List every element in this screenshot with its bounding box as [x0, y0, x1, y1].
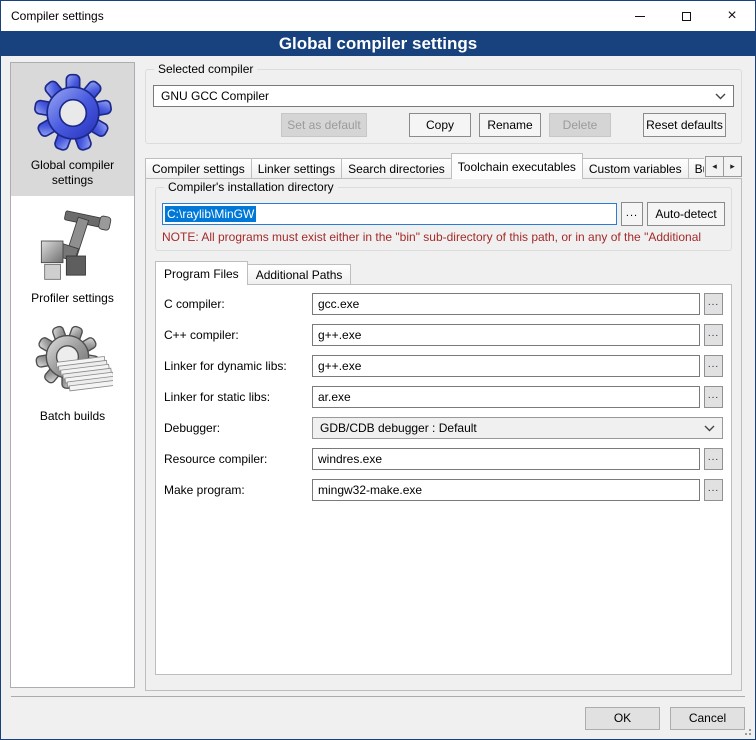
- selected-compiler-group: Selected compiler GNU GCC Compiler Set a…: [145, 69, 742, 144]
- sidebar-item-label: Profiler settings: [11, 291, 134, 306]
- debugger-row: Debugger: GDB/CDB debugger : Default: [164, 417, 723, 439]
- rename-button[interactable]: Rename: [479, 113, 541, 137]
- selected-compiler-legend: Selected compiler: [154, 62, 257, 77]
- reset-defaults-button[interactable]: Reset defaults: [643, 113, 726, 137]
- minimize-button[interactable]: [617, 1, 663, 31]
- tabs-scroller: Compiler settings Linker settings Search…: [145, 153, 704, 179]
- installation-directory-browse-button[interactable]: ...: [621, 202, 643, 226]
- page-title: Global compiler settings: [1, 31, 755, 56]
- resource-compiler-input[interactable]: [312, 448, 700, 470]
- tab-scroll-left-button[interactable]: ◂: [705, 156, 724, 177]
- make-program-browse-button[interactable]: ...: [704, 479, 723, 501]
- make-program-input[interactable]: [312, 479, 700, 501]
- tab-search-directories[interactable]: Search directories: [341, 158, 452, 179]
- toolchain-executables-panel: Compiler's installation directory C:\ray…: [145, 178, 742, 691]
- c-compiler-browse-button[interactable]: ...: [704, 293, 723, 315]
- field-label: C compiler:: [164, 297, 312, 311]
- installation-directory-row: C:\raylib\MinGW ... Auto-detect: [162, 202, 725, 226]
- compiler-select-value: GNU GCC Compiler: [161, 89, 715, 103]
- field-label: Linker for static libs:: [164, 390, 312, 404]
- compiler-buttons-row: Set as default Copy Rename Delete Reset …: [153, 113, 734, 137]
- close-button[interactable]: ×: [709, 1, 755, 31]
- cpp-compiler-browse-button[interactable]: ...: [704, 324, 723, 346]
- cpp-compiler-input[interactable]: [312, 324, 700, 346]
- sidebar-item-global-compiler-settings[interactable]: Global compiler settings: [11, 63, 134, 196]
- delete-button[interactable]: Delete: [549, 113, 611, 137]
- sidebar-item-batch-builds[interactable]: Batch builds: [11, 314, 134, 432]
- sidebar-item-label: Batch builds: [11, 409, 134, 424]
- blue-gear-icon: [33, 73, 113, 153]
- tab-additional-paths[interactable]: Additional Paths: [247, 264, 352, 285]
- tab-custom-variables[interactable]: Custom variables: [582, 158, 689, 179]
- dynamic-linker-browse-button[interactable]: ...: [704, 355, 723, 377]
- bin-subdirectory-note: NOTE: All programs must exist either in …: [162, 230, 725, 244]
- caption-buttons: ×: [617, 1, 755, 31]
- cpp-compiler-row: C++ compiler: ...: [164, 324, 723, 346]
- settings-category-list: Global compiler settings: [10, 62, 135, 688]
- close-icon: ×: [727, 8, 736, 24]
- dynamic-linker-row: Linker for dynamic libs: ...: [164, 355, 723, 377]
- tab-build-options[interactable]: Build options: [688, 158, 704, 179]
- ok-button[interactable]: OK: [585, 707, 660, 730]
- dynamic-linker-input[interactable]: [312, 355, 700, 377]
- sidebar-item-label: Global compiler settings: [11, 158, 134, 188]
- resource-compiler-row: Resource compiler: ...: [164, 448, 723, 470]
- tab-scroll-buttons: ◂ ▸: [706, 156, 742, 177]
- installation-directory-legend: Compiler's installation directory: [164, 180, 338, 195]
- compiler-settings-dialog: Compiler settings × Global compiler sett…: [0, 0, 756, 740]
- field-label: C++ compiler:: [164, 328, 312, 342]
- static-linker-browse-button[interactable]: ...: [704, 386, 723, 408]
- copy-button[interactable]: Copy: [409, 113, 471, 137]
- field-label: Make program:: [164, 483, 312, 497]
- field-label: Linker for dynamic libs:: [164, 359, 312, 373]
- debugger-select[interactable]: GDB/CDB debugger : Default: [312, 417, 723, 439]
- tab-program-files[interactable]: Program Files: [155, 261, 248, 285]
- footer-divider: [11, 696, 745, 697]
- c-compiler-row: C compiler: ...: [164, 293, 723, 315]
- installation-directory-value: C:\raylib\MinGW: [165, 206, 256, 222]
- programs-notebook: Program Files Additional Paths C compile…: [155, 261, 732, 675]
- chevron-down-icon: [715, 93, 726, 100]
- auto-detect-button[interactable]: Auto-detect: [647, 202, 725, 226]
- tab-toolchain-executables[interactable]: Toolchain executables: [451, 153, 583, 179]
- field-label: Debugger:: [164, 421, 312, 435]
- static-linker-row: Linker for static libs: ...: [164, 386, 723, 408]
- sidebar-item-profiler-settings[interactable]: Profiler settings: [11, 196, 134, 314]
- profiler-caliper-icon: [33, 206, 113, 286]
- cancel-button[interactable]: Cancel: [670, 707, 745, 730]
- set-as-default-button[interactable]: Set as default: [281, 113, 367, 137]
- compiler-select[interactable]: GNU GCC Compiler: [153, 85, 734, 107]
- minimize-icon: [635, 16, 645, 17]
- gray-gear-papers-icon: [33, 324, 113, 404]
- maximize-button[interactable]: [663, 1, 709, 31]
- main-content: Selected compiler GNU GCC Compiler Set a…: [145, 62, 742, 691]
- c-compiler-input[interactable]: [312, 293, 700, 315]
- field-label: Resource compiler:: [164, 452, 312, 466]
- chevron-down-icon: [704, 425, 715, 432]
- make-program-row: Make program: ...: [164, 479, 723, 501]
- window-title: Compiler settings: [1, 9, 104, 23]
- resize-grip[interactable]: [749, 733, 751, 735]
- programs-subtabs: Program Files Additional Paths: [155, 261, 732, 285]
- resource-compiler-browse-button[interactable]: ...: [704, 448, 723, 470]
- installation-directory-input[interactable]: C:\raylib\MinGW: [162, 203, 617, 225]
- tab-scroll-right-button[interactable]: ▸: [723, 156, 742, 177]
- maximize-icon: [682, 12, 691, 21]
- title-bar[interactable]: Compiler settings ×: [1, 1, 755, 31]
- tab-compiler-settings[interactable]: Compiler settings: [145, 158, 252, 179]
- settings-tabstrip: Compiler settings Linker settings Search…: [145, 153, 742, 179]
- static-linker-input[interactable]: [312, 386, 700, 408]
- debugger-select-value: GDB/CDB debugger : Default: [320, 421, 704, 435]
- tab-linker-settings[interactable]: Linker settings: [251, 158, 342, 179]
- program-files-panel: C compiler: ... C++ compiler: ... Linker…: [155, 284, 732, 675]
- installation-directory-group: Compiler's installation directory C:\ray…: [155, 187, 732, 251]
